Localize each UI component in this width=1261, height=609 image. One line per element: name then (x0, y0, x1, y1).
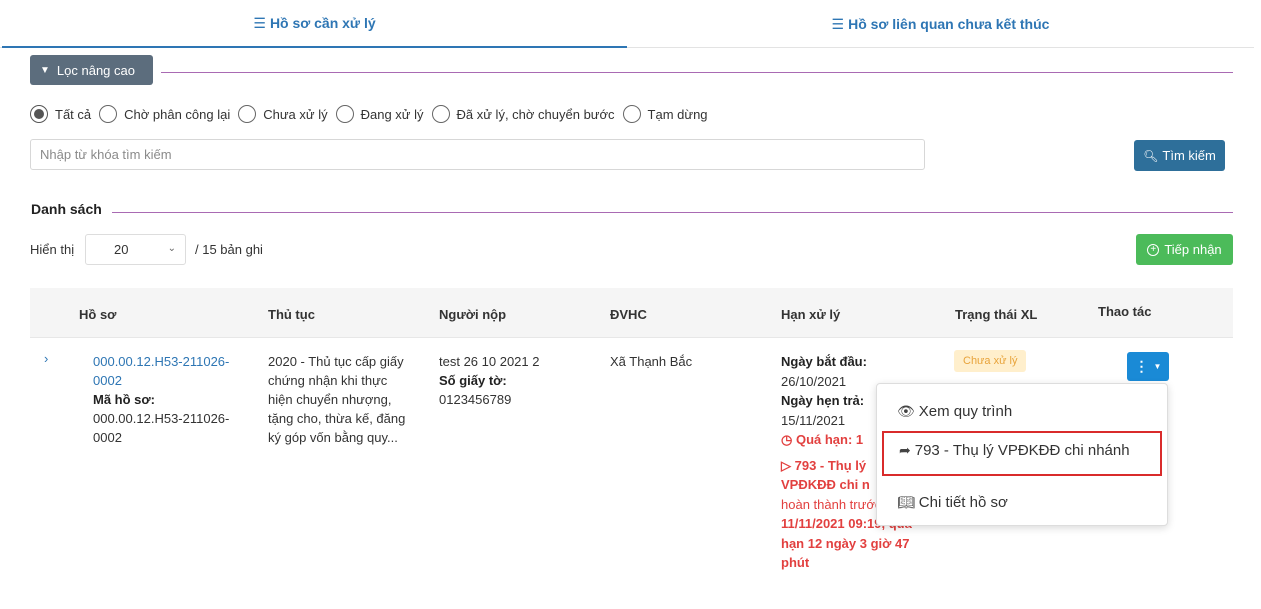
radio-label: Tạm dừng (647, 106, 708, 122)
procedure-line: chứng nhận khi thực (268, 373, 388, 388)
menu-item-view-workflow[interactable]: 👁︎ Xem quy trình (877, 393, 1167, 429)
receive-button[interactable]: + Tiếp nhận (1136, 234, 1233, 265)
procedure-line: hiện chuyển nhượng, (268, 392, 392, 407)
radio-processing[interactable]: Đang xử lý (335, 105, 424, 123)
radio-label: Chờ phân công lại (124, 106, 231, 122)
page-size-value: 20 (114, 242, 129, 257)
divider (112, 212, 1233, 213)
table-header: Hồ sơ Thủ tục Người nộp ĐVHC Hạn xử lý T… (30, 288, 1233, 338)
list-icon: ☰ (831, 15, 845, 32)
procedure-line: ký góp vốn bằng quy... (268, 430, 398, 445)
step-overdue: hạn 12 ngày 3 giờ 47 (781, 535, 910, 551)
divider (161, 72, 1233, 73)
plus-circle-icon: + (1147, 243, 1160, 256)
radio-button[interactable] (238, 105, 257, 123)
header-admin-unit: ĐVHC (610, 307, 647, 322)
tab-label: Hồ sơ cần xử lý (269, 15, 376, 31)
chevron-down-icon: ▼ (40, 64, 50, 76)
tab-label: Hồ sơ liên quan chưa kết thúc (848, 16, 1050, 32)
record-link-line: 0002 (93, 373, 122, 388)
record-code-line: 000.00.12.H53-211026- (93, 411, 230, 426)
actions-dropdown-button[interactable]: ⋮ ▼ (1127, 352, 1169, 381)
more-vertical-icon: ⋮ (1134, 358, 1149, 374)
radio-button[interactable] (622, 105, 641, 123)
admin-unit: Xã Thạnh Bắc (610, 354, 693, 369)
tab-pending-records[interactable]: ☰ Hồ sơ cần xử lý (2, 0, 627, 48)
book-icon: 📖︎ (897, 493, 915, 510)
send-icon: ➦ (899, 441, 911, 458)
page-size-select[interactable]: 20 ⌄ (85, 234, 186, 265)
step-overdue: phút (781, 555, 810, 570)
actions-dropdown-menu: 👁︎ Xem quy trình ➦ 793 - Thụ lý VPĐKĐĐ c… (876, 383, 1168, 526)
submitter-name: test 26 10 2021 2 (439, 354, 540, 369)
start-label: Ngày bắt đầu: (781, 354, 867, 369)
page-size-label: Hiển thị (30, 242, 75, 257)
radio-label: Chưa xử lý (263, 106, 328, 122)
radio-button[interactable] (30, 105, 48, 123)
radio-not-processed[interactable]: Chưa xử lý (238, 105, 328, 123)
chevron-down-icon: ⌄ (167, 243, 176, 254)
radio-processed-waiting[interactable]: Đã xử lý, chờ chuyển bước (431, 105, 615, 123)
record-link[interactable]: 000.00.12.H53-211026- 0002 (93, 352, 263, 390)
record-link-line: 000.00.12.H53-211026- (93, 354, 230, 369)
search-icon: 🔍︎ (1143, 148, 1159, 163)
receive-button-label: Tiếp nhận (1164, 242, 1222, 257)
submitter-cell: test 26 10 2021 2 Số giấy tờ: 0123456789 (439, 352, 604, 409)
header-actions: Thao tác (1098, 304, 1152, 319)
header-procedure: Thủ tục (268, 307, 315, 322)
document-number: 0123456789 (439, 392, 512, 407)
procedure-line: tặng cho, thừa kế, đăng (268, 411, 406, 426)
eye-icon: 👁︎ (897, 402, 915, 419)
clock-icon: ◷ (781, 432, 793, 447)
radio-label: Tất cả (55, 106, 92, 122)
menu-item-label: Chi tiết hồ sơ (918, 493, 1008, 511)
record-count: / 15 bản ghi (195, 242, 263, 257)
chevron-right-icon[interactable]: › (44, 351, 48, 366)
menu-item-process-step[interactable]: ➦ 793 - Thụ lý VPĐKĐĐ chi nhánh (877, 432, 1167, 468)
radio-label: Đang xử lý (360, 106, 424, 122)
header-submitter: Người nộp (439, 307, 507, 322)
list-icon: ☰ (253, 14, 266, 31)
search-button[interactable]: 🔍︎ Tìm kiếm (1134, 140, 1225, 171)
status-filter-group: Tất cả Chờ phân công lại Chưa xử lý Đang… (30, 103, 716, 125)
list-title: Danh sách (31, 201, 102, 217)
record-code-line: 0002 (93, 430, 122, 445)
radio-waiting-reassign[interactable]: Chờ phân công lại (99, 105, 230, 123)
tab-related-records[interactable]: ☰ Hồ sơ liên quan chưa kết thúc (627, 0, 1254, 48)
record-cell: 000.00.12.H53-211026- 0002 Mã hồ sơ: 000… (93, 352, 263, 447)
step-title-line: 793 - Thụ lý (794, 457, 867, 473)
overdue-value: Quá hạn: 1 (795, 432, 864, 447)
radio-button[interactable] (431, 105, 450, 123)
record-code-label: Mã hồ sơ: (93, 392, 155, 407)
tab-bar: ☰ Hồ sơ cần xử lý ☰ Hồ sơ liên quan chưa… (0, 0, 1254, 48)
status-badge: Chưa xử lý (954, 350, 1027, 372)
document-label: Số giấy tờ: (439, 373, 507, 388)
radio-all[interactable]: Tất cả (30, 105, 91, 123)
search-input[interactable] (30, 139, 925, 170)
menu-item-label: 793 - Thụ lý VPĐKĐĐ chi nhánh (914, 441, 1130, 459)
caret-down-icon: ▼ (1153, 362, 1162, 371)
radio-label: Đã xử lý, chờ chuyển bước (456, 106, 615, 122)
radio-paused[interactable]: Tạm dừng (622, 105, 708, 123)
advanced-filter-button[interactable]: ▼ Lọc nâng cao (30, 55, 153, 85)
tag-icon: ▷ (781, 457, 791, 473)
procedure-cell: 2020 - Thủ tục cấp giấy chứng nhận khi t… (268, 352, 433, 447)
header-record: Hồ sơ (79, 307, 117, 322)
search-button-label: Tìm kiếm (1162, 148, 1216, 163)
menu-item-label: Xem quy trình (918, 402, 1013, 420)
radio-button[interactable] (335, 105, 354, 123)
header-deadline: Hạn xử lý (781, 307, 841, 322)
header-status: Trạng thái XL (955, 307, 1038, 322)
procedure-line: 2020 - Thủ tục cấp giấy (268, 354, 404, 369)
advanced-filter-label: Lọc nâng cao (56, 62, 135, 78)
radio-button[interactable] (99, 105, 118, 123)
menu-item-record-details[interactable]: 📖︎ Chi tiết hồ sơ (877, 484, 1167, 520)
admin-unit-cell: Xã Thạnh Bắc (610, 352, 775, 371)
